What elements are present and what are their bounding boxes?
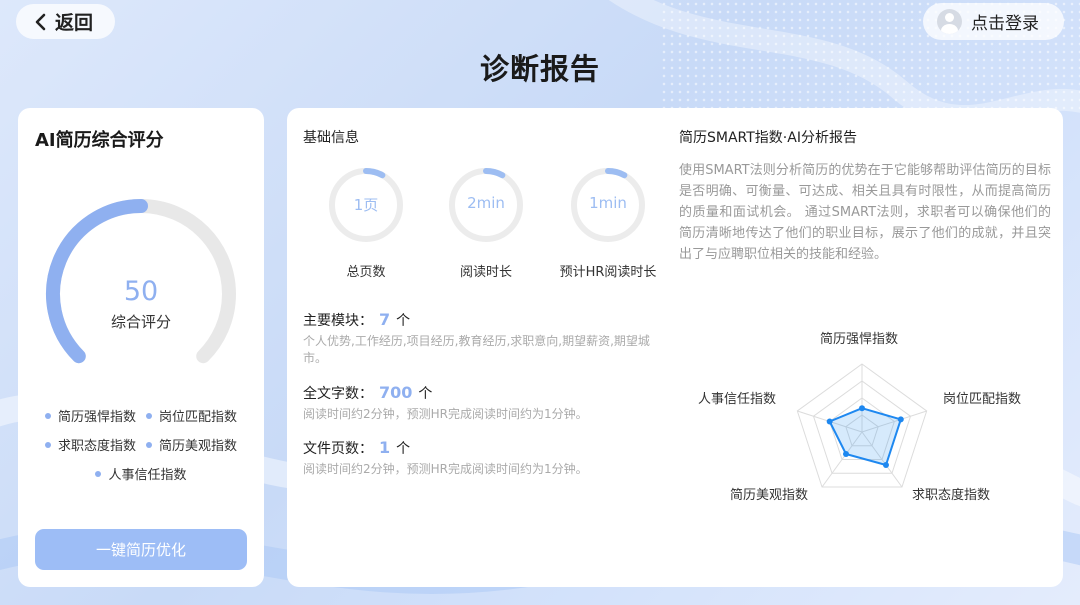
smart-report-title: 简历SMART指数·AI分析报告	[679, 130, 857, 146]
legend-label: 简历美观指数	[159, 439, 238, 454]
ring-value: 1min	[589, 194, 627, 212]
stat-label: 文件页数：	[303, 441, 373, 457]
legend-item: 求职态度指数	[44, 435, 136, 454]
legend-label: 岗位匹配指数	[159, 410, 238, 425]
legend-dot	[44, 441, 51, 448]
ring-value: 2min	[467, 194, 505, 212]
optimize-resume-button[interactable]: 一键简历优化	[35, 529, 247, 570]
back-button[interactable]: 返回	[16, 4, 115, 39]
page-count-stat: 文件页数： 1 个 阅读时间约2分钟，预测HR完成阅读时间约为1分钟。	[303, 438, 663, 478]
score-label: 综合评分	[110, 313, 171, 331]
stat-number: 700	[379, 383, 413, 402]
legend-label: 简历强悍指数	[57, 410, 136, 425]
legend-dot	[44, 412, 51, 419]
radar-axis-label: 岗位匹配指数	[943, 392, 1022, 407]
legend-dot	[146, 441, 152, 448]
stat-desc: 个人优势,工作经历,项目经历,教育经历,求职意向,期望薪资,期望城市。	[303, 334, 650, 365]
legend-item: 岗位匹配指数	[146, 406, 237, 425]
ring-label: 预计HR阅读时长	[559, 265, 657, 280]
radar-series-area	[828, 407, 903, 467]
ring-label: 阅读时长	[459, 265, 512, 280]
score-card: AI简历综合评分 50 综合评分 简历强悍指数 岗位匹配指数 求职态度指数 简历…	[18, 108, 264, 587]
radar-point	[826, 418, 833, 425]
legend-label: 人事信任指数	[108, 468, 187, 483]
stat-number: 1	[379, 438, 391, 457]
ring-value: 1页	[353, 196, 379, 214]
stat-label: 主要模块：	[303, 313, 373, 329]
avatar-icon	[937, 9, 962, 34]
radar-chart: 简历强悍指数 岗位匹配指数 求职态度指数 简历美观指数 人事信任指数	[690, 318, 1060, 568]
legend-item: 简历强悍指数	[44, 406, 136, 425]
ring-hr-time: 1min 预计HR阅读时长	[553, 166, 663, 280]
legend-dot	[146, 412, 152, 419]
ring-label: 总页数	[346, 265, 386, 280]
stat-unit: 个	[418, 386, 433, 402]
score-legend: 简历强悍指数 岗位匹配指数 求职态度指数 简历美观指数 人事信任指数	[18, 406, 264, 493]
radar-point	[882, 462, 889, 469]
radar-axis-label: 人事信任指数	[698, 392, 777, 407]
ring-total-pages: 1页 总页数	[311, 166, 421, 280]
basic-info-title: 基础信息	[303, 130, 359, 146]
login-label: 点击登录	[971, 14, 1039, 34]
stat-unit: 个	[396, 441, 411, 457]
stat-unit: 个	[396, 313, 411, 329]
legend-dot	[95, 470, 102, 477]
radar-axis-label: 简历美观指数	[730, 488, 809, 503]
smart-report-text: 使用SMART法则分析简历的优势在于它能够帮助评估简历的目标是否明确、可衡量、可…	[679, 163, 1051, 262]
stat-desc: 阅读时间约2分钟，预测HR完成阅读时间约为1分钟。	[303, 407, 588, 421]
stat-number: 7	[379, 310, 391, 329]
radar-axis-label: 简历强悍指数	[820, 332, 899, 347]
page-title: 诊断报告	[479, 52, 600, 86]
radar-point	[897, 416, 904, 423]
legend-item: 人事信任指数	[95, 464, 187, 483]
legend-item: 简历美观指数	[146, 435, 237, 454]
score-card-title: AI简历综合评分	[35, 130, 164, 151]
legend-label: 求职态度指数	[57, 439, 136, 454]
radar-point	[859, 405, 865, 412]
radar-svg	[796, 363, 928, 488]
stat-label: 全文字数：	[303, 386, 373, 402]
chevron-left-icon	[35, 13, 46, 30]
report-card: 基础信息 1页 总页数 2min 阅读时长 1min 预计HR阅读时长 主要模块…	[287, 108, 1063, 587]
ring-read-time: 2min 阅读时长	[431, 166, 541, 280]
stat-desc: 阅读时间约2分钟，预测HR完成阅读时间约为1分钟。	[303, 462, 588, 476]
stat-rings: 1页 总页数 2min 阅读时长 1min 预计HR阅读时长	[311, 166, 661, 286]
radar-point	[843, 451, 850, 458]
score-value: 50	[123, 276, 159, 307]
radar-axis-label: 求职态度指数	[912, 488, 991, 503]
word-count-stat: 全文字数： 700 个 阅读时间约2分钟，预测HR完成阅读时间约为1分钟。	[303, 383, 663, 423]
back-label: 返回	[55, 12, 94, 34]
login-button[interactable]: 点击登录	[923, 3, 1064, 40]
modules-stat: 主要模块： 7 个 个人优势,工作经历,项目经历,教育经历,求职意向,期望薪资,…	[303, 310, 663, 367]
